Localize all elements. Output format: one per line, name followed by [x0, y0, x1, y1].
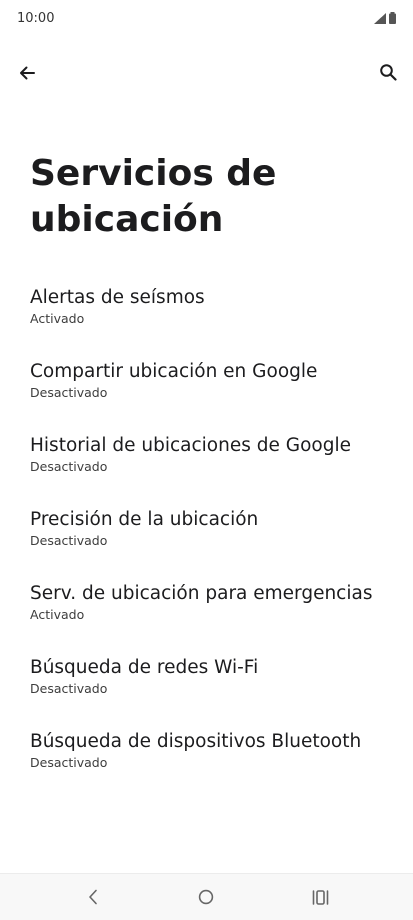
setting-title: Búsqueda de dispositivos Bluetooth — [30, 731, 362, 752]
setting-status: Desactivado — [30, 385, 108, 400]
setting-status: Desactivado — [30, 459, 108, 474]
settings-list: Alertas de seísmos Activado Compartir ub… — [0, 285, 413, 803]
arrow-back-icon — [20, 66, 35, 80]
setting-status: Activado — [30, 607, 85, 622]
battery-icon — [389, 12, 396, 24]
home-icon — [198, 889, 214, 905]
setting-status: Activado — [30, 311, 85, 326]
setting-wifi-scanning[interactable]: Búsqueda de redes Wi-Fi Desactivado — [0, 655, 413, 729]
nav-back-icon — [89, 889, 97, 905]
back-button[interactable] — [14, 60, 40, 86]
setting-emergency-location-service[interactable]: Serv. de ubicación para emergencias Acti… — [0, 581, 413, 655]
setting-title: Precisión de la ubicación — [30, 509, 259, 530]
status-icons — [374, 12, 396, 24]
search-icon — [380, 64, 397, 81]
app-bar — [0, 52, 413, 92]
setting-title: Alertas de seísmos — [30, 287, 205, 308]
setting-bluetooth-scanning[interactable]: Búsqueda de dispositivos Bluetooth Desac… — [0, 729, 413, 803]
setting-title: Serv. de ubicación para emergencias — [30, 583, 373, 604]
setting-location-accuracy[interactable]: Precisión de la ubicación Desactivado — [0, 507, 413, 581]
setting-status: Desactivado — [30, 681, 108, 696]
navigation-bar — [0, 873, 413, 920]
nav-recents-button[interactable] — [305, 883, 335, 911]
page-title: Servicios de ubicación — [30, 153, 277, 240]
setting-google-location-history[interactable]: Historial de ubicaciones de Google Desac… — [0, 433, 413, 507]
status-time: 10:00 — [17, 11, 55, 26]
setting-title: Historial de ubicaciones de Google — [30, 435, 351, 456]
nav-home-button[interactable] — [191, 883, 221, 911]
setting-google-location-sharing[interactable]: Compartir ubicación en Google Desactivad… — [0, 359, 413, 433]
setting-title: Búsqueda de redes Wi-Fi — [30, 657, 259, 678]
setting-status: Desactivado — [30, 755, 108, 770]
recents-icon — [312, 889, 328, 905]
nav-back-button[interactable] — [78, 883, 108, 911]
setting-earthquake-alerts[interactable]: Alertas de seísmos Activado — [0, 285, 413, 359]
search-button[interactable] — [375, 59, 401, 85]
setting-status: Desactivado — [30, 533, 108, 548]
status-bar: 10:00 — [0, 0, 413, 36]
signal-icon — [374, 12, 386, 24]
setting-title: Compartir ubicación en Google — [30, 361, 318, 382]
